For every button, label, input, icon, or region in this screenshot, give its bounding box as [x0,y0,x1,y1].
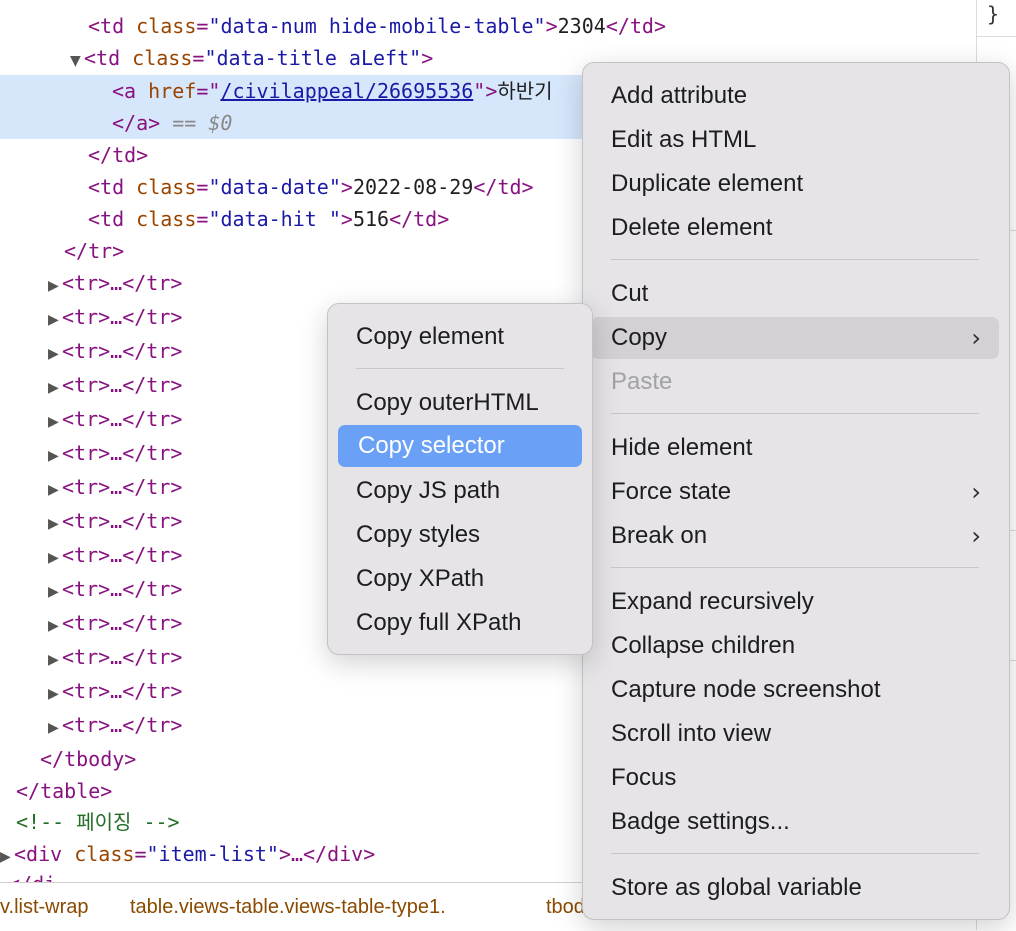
menu-item-copy[interactable]: Copy › [591,317,999,359]
tree-node-td-title[interactable]: ▼ <td class="data-title aLeft"> [70,42,433,74]
context-menu: Add attribute Edit as HTML Duplicate ele… [582,62,1010,920]
submenu-item-copy-outerhtml[interactable]: Copy outerHTML [336,382,582,424]
tree-node-tr[interactable]: ▶ <tr>…</tr> [48,471,182,503]
menu-separator [611,567,979,568]
menu-item-paste: Paste [611,368,673,395]
submenu-item-copy-xpath[interactable]: Copy XPath [336,558,582,600]
tree-node-tbody-close[interactable]: </tbody> [40,743,136,775]
menu-item-add-attribute[interactable]: Add attribute [591,75,999,117]
menu-item-collapse-children[interactable]: Collapse children [591,625,999,667]
breadcrumb-item-table[interactable]: table.views-table.views-table-type1. [130,883,446,931]
menu-item-cut[interactable]: Cut [591,273,999,315]
menu-item-duplicate-element[interactable]: Duplicate element [591,163,999,205]
menu-item-delete-element[interactable]: Delete element [591,207,999,249]
menu-item-hide-element[interactable]: Hide element [591,427,999,469]
tree-node-tr[interactable]: ▶ <tr>…</tr> [48,335,182,367]
menu-item-focus[interactable]: Focus [591,757,999,799]
tree-node-tr[interactable]: ▶ <tr>…</tr> [48,369,182,401]
triangle-right-icon[interactable]: ▶ [48,338,62,370]
menu-item-store-as-global-variable[interactable]: Store as global variable [591,867,999,909]
tree-node-tr[interactable]: ▶ <tr>…</tr> [48,403,182,435]
tree-node-div-item-list[interactable]: ▶ <div class="item-list">…</div> [0,838,375,870]
triangle-right-icon[interactable]: ▶ [48,610,62,642]
tree-node-td-date[interactable]: <td class="data-date">2022-08-29</td> [88,171,534,203]
menu-item-scroll-into-view[interactable]: Scroll into view [591,713,999,755]
tree-node-tr[interactable]: ▶ <tr>…</tr> [48,607,182,639]
tree-node-tr[interactable]: ▶ <tr>…</tr> [48,437,182,469]
menu-item-capture-node-screenshot[interactable]: Capture node screenshot [591,669,999,711]
triangle-right-icon[interactable]: ▶ [48,440,62,472]
submenu-item-copy-styles[interactable]: Copy styles [336,514,582,556]
triangle-right-icon[interactable]: ▶ [48,678,62,710]
chevron-right-icon: › [971,478,981,506]
triangle-right-icon[interactable]: ▶ [48,508,62,540]
submenu-item-copy-js-path[interactable]: Copy JS path [336,470,582,512]
copy-submenu: Copy element Copy outerHTML Copy selecto… [327,303,593,655]
submenu-item-copy-element[interactable]: Copy element [336,316,582,358]
triangle-right-icon[interactable]: ▶ [48,576,62,608]
tree-node-td-num[interactable]: <td class="data-num hide-mobile-table">2… [88,10,666,42]
triangle-right-icon[interactable]: ▶ [48,304,62,336]
tree-node-comment[interactable]: <!-- 페이징 --> [16,806,180,838]
menu-item-edit-as-html[interactable]: Edit as HTML [591,119,999,161]
menu-item-break-on[interactable]: Break on › [591,515,999,557]
menu-item-force-state[interactable]: Force state › [591,471,999,513]
triangle-right-icon[interactable]: ▶ [48,644,62,676]
tree-node-partial: </di [8,868,56,882]
menu-separator [611,259,979,260]
chevron-right-icon: › [971,324,981,352]
triangle-right-icon[interactable]: ▶ [48,474,62,506]
tree-node-table-close[interactable]: </table> [16,775,112,807]
menu-item-expand-recursively[interactable]: Expand recursively [591,581,999,623]
tree-node-tr[interactable]: ▶ <tr>…</tr> [48,267,182,299]
tree-node-tr[interactable]: ▶ <tr>…</tr> [48,573,182,605]
menu-separator [611,853,979,854]
menu-separator [611,413,979,414]
submenu-item-copy-selector[interactable]: Copy selector [338,425,582,467]
menu-item-break-on-label: Break on [611,522,708,549]
triangle-down-icon[interactable]: ▼ [70,45,84,77]
menu-item-copy-label: Copy [611,324,668,351]
tree-node-td-hit[interactable]: <td class="data-hit ">516</td> [88,203,449,235]
tree-node-tr[interactable]: ▶ <tr>…</tr> [48,505,182,537]
tree-node-tr[interactable]: ▶ <tr>…</tr> [48,675,182,707]
submenu-item-copy-full-xpath[interactable]: Copy full XPath [336,602,582,644]
chevron-right-icon: › [971,522,981,550]
tree-node-tr[interactable]: ▶ <tr>…</tr> [48,539,182,571]
triangle-right-icon[interactable]: ▶ [48,712,62,744]
menu-separator [356,368,564,369]
tree-node-tr[interactable]: ▶ <tr>…</tr> [48,709,182,741]
triangle-right-icon[interactable]: ▶ [48,406,62,438]
breadcrumb-item-list-wrap[interactable]: v.list-wrap [0,883,89,931]
triangle-right-icon[interactable]: ▶ [48,542,62,574]
triangle-right-icon[interactable]: ▶ [48,270,62,302]
menu-item-badge-settings[interactable]: Badge settings... [591,801,999,843]
triangle-right-icon[interactable]: ▶ [48,372,62,404]
href-link[interactable]: /civilappeal/26695536 [220,79,473,103]
tree-node-tr[interactable]: ▶ <tr>…</tr> [48,301,182,333]
tree-node-tr[interactable]: ▶ <tr>…</tr> [48,641,182,673]
tree-node-td-close[interactable]: </td> [88,139,148,171]
menu-item-force-state-label: Force state [611,478,732,505]
divider [977,36,1016,37]
tree-node-tr-close[interactable]: </tr> [64,235,124,267]
style-rule-brace: } [987,2,1000,26]
